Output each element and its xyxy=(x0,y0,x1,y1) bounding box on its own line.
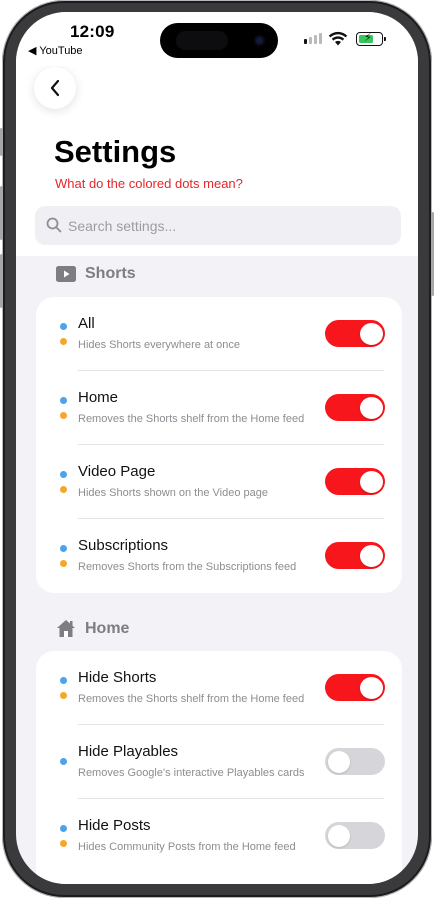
setting-name: Subscriptions xyxy=(78,537,169,554)
setting-row-home: Home Removes the Shorts shelf from the H… xyxy=(36,371,402,445)
toggle-switch[interactable] xyxy=(325,320,385,347)
toggle-switch[interactable] xyxy=(325,822,385,849)
clock: 12:09 xyxy=(70,22,115,41)
setting-description: Removes Google's interactive Playables c… xyxy=(78,767,305,779)
setting-row-hide-shorts: Hide Shorts Removes the Shorts shelf fro… xyxy=(36,651,402,725)
setting-row-all: All Hides Shorts everywhere at once xyxy=(36,297,402,371)
search-bar[interactable] xyxy=(35,206,401,245)
action-button xyxy=(0,128,3,156)
settings-header: Settings What do the colored dots mean? xyxy=(16,66,418,256)
wifi-icon xyxy=(328,31,348,46)
setting-name: All xyxy=(78,315,95,332)
setting-name: Video Page xyxy=(78,463,156,480)
toggle-switch[interactable] xyxy=(325,674,385,701)
phone-frame: 12:09 ◀ YouTube ⚡ Settings What do the c… xyxy=(0,0,434,898)
toggle-switch[interactable] xyxy=(325,468,385,495)
blue-dot-indicator xyxy=(60,471,67,478)
island-sensor xyxy=(176,31,228,50)
setting-row-hide-posts: Hide Posts Hides Community Posts from th… xyxy=(36,799,402,873)
section-title: Home xyxy=(85,619,130,637)
search-icon xyxy=(46,217,62,233)
orange-dot-indicator xyxy=(60,486,67,493)
back-button[interactable] xyxy=(34,67,76,109)
toggle-switch[interactable] xyxy=(325,542,385,569)
setting-name: Hide Shorts xyxy=(78,669,157,686)
play-square-icon xyxy=(56,266,76,282)
blue-dot-indicator xyxy=(60,825,67,832)
back-to-app-link[interactable]: ◀ YouTube xyxy=(28,44,83,57)
battery-icon: ⚡ xyxy=(356,32,386,46)
setting-name: Hide Playables xyxy=(78,743,179,760)
search-input[interactable] xyxy=(68,206,388,245)
section-title: Shorts xyxy=(85,265,136,282)
setting-description: Hides Shorts everywhere at once xyxy=(78,339,241,351)
setting-description: Hides Community Posts from the Home feed xyxy=(78,841,296,853)
status-bar: 12:09 ◀ YouTube ⚡ xyxy=(16,12,418,66)
section-header-home: Home xyxy=(56,619,129,638)
colored-dots-help-link[interactable]: What do the colored dots mean? xyxy=(55,176,243,191)
screen: 12:09 ◀ YouTube ⚡ Settings What do the c… xyxy=(16,12,418,884)
camera-icon xyxy=(254,35,265,46)
house-icon xyxy=(57,620,75,637)
section-header-shorts: Shorts xyxy=(56,265,136,283)
blue-dot-indicator xyxy=(60,758,67,765)
setting-row-video-page: Video Page Hides Shorts shown on the Vid… xyxy=(36,445,402,519)
charging-bolt-icon: ⚡ xyxy=(364,32,372,44)
toggle-switch[interactable] xyxy=(325,748,385,775)
setting-name: Hide Posts xyxy=(78,817,151,834)
dynamic-island xyxy=(160,23,278,58)
orange-dot-indicator xyxy=(60,338,67,345)
orange-dot-indicator xyxy=(60,692,67,699)
setting-row-hide-playables: Hide Playables Removes Google's interact… xyxy=(36,725,402,799)
blue-dot-indicator xyxy=(60,677,67,684)
home-settings-card: Hide Shorts Removes the Shorts shelf fro… xyxy=(36,651,402,884)
setting-description: Removes Shorts from the Subscriptions fe… xyxy=(78,561,297,573)
blue-dot-indicator xyxy=(60,323,67,330)
page-title: Settings xyxy=(54,134,177,169)
setting-description: Removes the Shorts shelf from the Home f… xyxy=(78,693,305,705)
chevron-left-icon xyxy=(50,79,60,97)
blue-dot-indicator xyxy=(60,545,67,552)
toggle-switch[interactable] xyxy=(325,394,385,421)
setting-row-subscriptions: Subscriptions Removes Shorts from the Su… xyxy=(36,519,402,593)
volume-up-button xyxy=(0,186,3,240)
blue-dot-indicator xyxy=(60,397,67,404)
orange-dot-indicator xyxy=(60,840,67,847)
cellular-signal-icon xyxy=(304,33,322,44)
setting-name: Home xyxy=(78,389,119,406)
orange-dot-indicator xyxy=(60,560,67,567)
volume-down-button xyxy=(0,254,3,308)
orange-dot-indicator xyxy=(60,412,67,419)
shorts-settings-card: All Hides Shorts everywhere at once Home… xyxy=(36,297,402,593)
setting-description: Removes the Shorts shelf from the Home f… xyxy=(78,413,305,425)
setting-description: Hides Shorts shown on the Video page xyxy=(78,487,268,499)
